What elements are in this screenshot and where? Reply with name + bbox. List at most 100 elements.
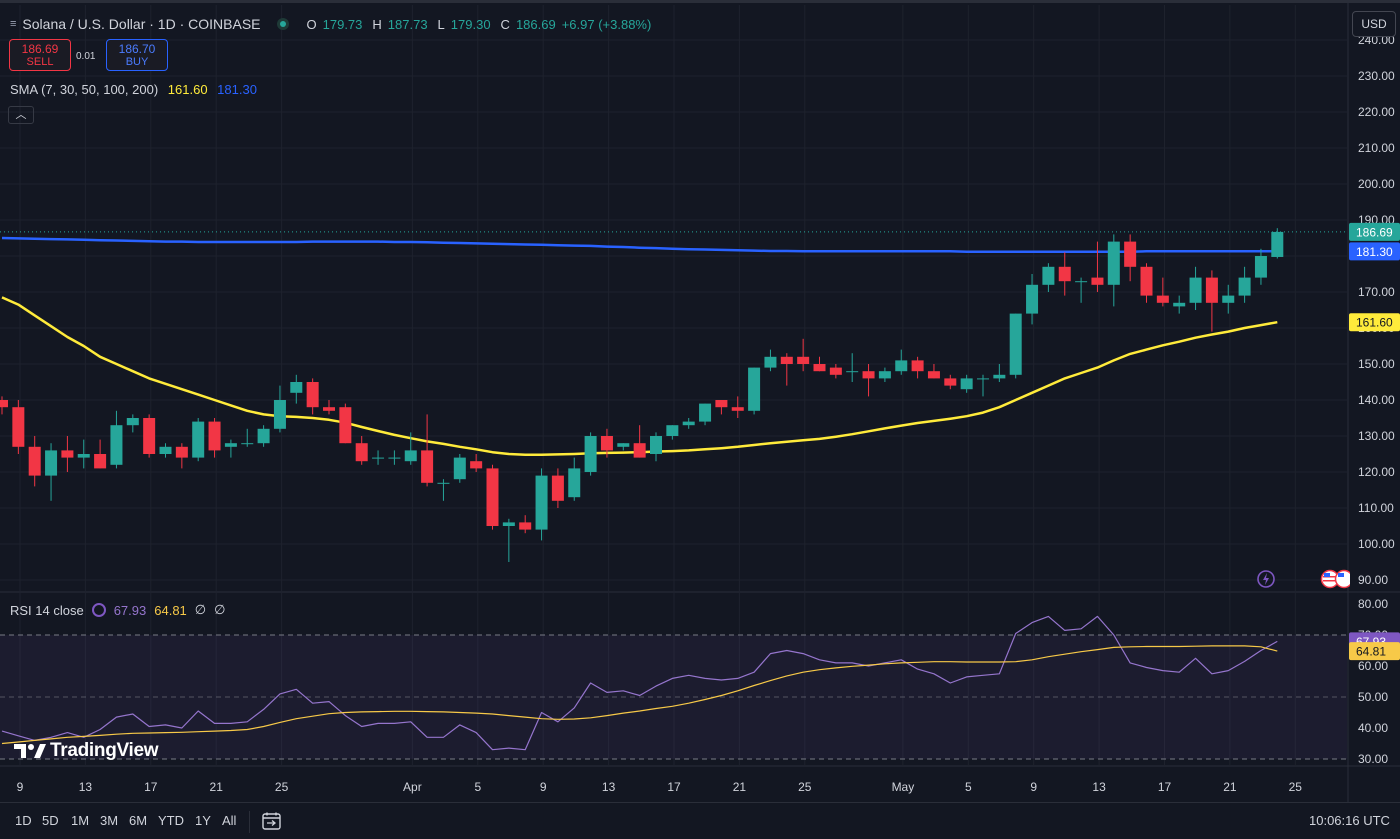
ohlc-close-value: 186.69 [515,16,556,32]
us-flag-icon[interactable] [1320,569,1350,589]
symbol-legend[interactable]: ≡ Solana / U.S. Dollar · 1D · COINBASE O… [10,14,651,34]
sell-label: SELL [26,56,54,68]
candle-body [470,461,483,469]
candle-body [829,367,842,375]
time-axis-tick: 21 [210,780,224,794]
tradingview-logo[interactable]: TradingView [12,740,159,762]
range-1m-button[interactable]: 1M [71,813,89,828]
candle [682,418,695,429]
candle [94,439,107,469]
candle-body [126,418,139,426]
candle-body [159,446,172,454]
candle-body [224,443,237,447]
candle [290,374,303,404]
buy-price: 186.70 [118,42,156,56]
range-6m-button[interactable]: 6M [129,813,147,828]
rsi-band-layer [0,634,1347,760]
goto-date-icon[interactable] [262,812,282,830]
market-status-icon[interactable] [276,18,289,30]
price-axis-tick: 200.00 [1358,177,1395,191]
candle-body [748,367,761,411]
candle-body [1009,313,1022,375]
chart-canvas[interactable]: 240.00230.00220.00210.00200.00190.00180.… [0,0,1400,802]
price-axis-tick: 170.00 [1358,285,1395,299]
candle [372,450,385,465]
time-axis-tick: Apr [403,780,422,794]
range-ytd-button[interactable]: YTD [158,813,184,828]
symbol-title[interactable]: Solana / U.S. Dollar · 1D · COINBASE [22,16,260,32]
candle [453,454,466,483]
candle [551,468,564,508]
candle-body [993,374,1006,379]
candle [764,349,777,372]
candle-body [535,475,548,530]
time-axis-tick: 17 [1158,780,1172,794]
candle [45,443,58,501]
candle [1058,252,1071,296]
candle [1124,234,1137,282]
time-axis-tick: 25 [275,780,289,794]
candle [28,436,41,487]
rsi-empty-value-2: ∅ [214,602,226,617]
candle-body [977,378,989,380]
ohlc-open-label: O [306,16,317,32]
currency-button[interactable]: USD [1352,11,1396,37]
candle [780,353,793,386]
candle-body [486,468,499,526]
rsi-legend[interactable]: RSI 14 close 67.93 64.81 ∅ ∅ [10,602,225,618]
candle-body [1140,266,1153,296]
candle [1238,266,1251,303]
candle-body [1205,277,1218,303]
candle [715,400,728,415]
candle-body [241,443,254,445]
candle-body [780,356,793,364]
candle [1107,234,1120,307]
candle [1222,284,1235,314]
range-5d-button[interactable]: 5D [42,813,59,828]
chevron-up-icon[interactable]: ︿ [8,106,34,124]
rsi-axis-tick: 40.00 [1358,721,1388,735]
candle-body [1173,302,1186,307]
candle [650,432,662,462]
candle-body [77,454,90,458]
candle [241,428,254,447]
time-axis-tick: 13 [79,780,93,794]
ohlc-change: +6.97 (+3.88%) [561,16,652,32]
sma-legend[interactable]: SMA (7, 30, 50, 100, 200) 161.60 181.30 [10,82,257,97]
candle [911,356,924,379]
range-1y-button[interactable]: 1Y [195,813,211,828]
range-3m-button[interactable]: 3M [100,813,118,828]
candle-body [1026,284,1039,314]
candle [944,374,957,390]
candle-body [143,418,156,454]
last-price-tag: 186.69 [1356,225,1393,239]
time-axis-tick: 5 [474,780,481,794]
lightning-icon[interactable] [1255,569,1279,589]
candle [192,418,205,462]
price-axis-tick: 220.00 [1358,105,1395,119]
candle [846,353,859,382]
candle-body [404,450,417,462]
time-axis-tick: 17 [667,780,681,794]
candle [699,403,712,426]
candle-body [208,421,221,451]
candle [1189,266,1202,310]
buy-button[interactable]: 186.70 BUY [106,39,168,71]
candle [797,338,810,372]
candle [535,468,548,541]
candle-body [617,443,630,447]
price-axis-tick: 120.00 [1358,465,1395,479]
rsi-axis-tick: 50.00 [1358,690,1388,704]
candle [323,400,335,415]
range-all-button[interactable]: All [222,813,236,828]
rsi-settings-icon[interactable] [91,603,106,617]
candle-body [1107,241,1120,285]
sell-button[interactable]: 186.69 SELL [9,39,71,71]
candle-body [273,400,286,429]
utc-clock[interactable]: 10:06:16 UTC [1309,813,1390,828]
candle-body [257,428,270,444]
candle-body [339,407,352,444]
range-1d-button[interactable]: 1D [15,813,32,828]
sma-value-blue: 181.30 [217,82,257,97]
candle-body [1189,277,1202,303]
